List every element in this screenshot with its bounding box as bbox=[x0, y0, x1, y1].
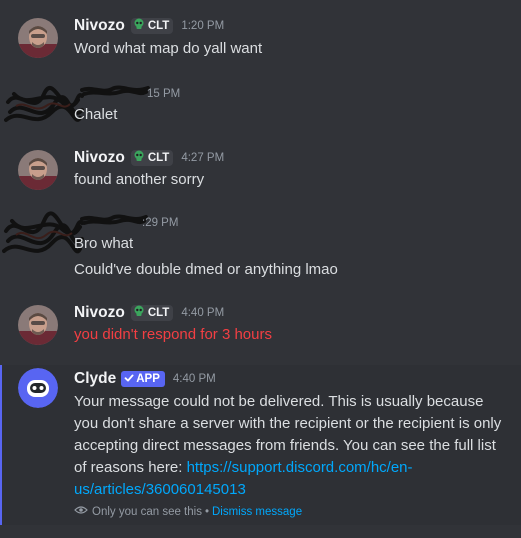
clan-tag-label: CLT bbox=[147, 20, 170, 32]
skull-icon bbox=[133, 150, 145, 167]
avatar-image bbox=[18, 305, 58, 345]
avatar[interactable] bbox=[18, 305, 58, 345]
redaction-scribble-avatar bbox=[4, 85, 84, 122]
clyde-message-content: Your message could not be delivered. Thi… bbox=[74, 391, 504, 501]
avatar-image bbox=[18, 150, 58, 190]
timestamp[interactable]: 4:27 PM bbox=[181, 148, 224, 168]
message-content: Word what map do yall want bbox=[74, 40, 263, 57]
message-content: Chalet bbox=[74, 106, 118, 123]
clan-tag[interactable]: CLT bbox=[130, 18, 174, 35]
skull-icon bbox=[133, 305, 145, 322]
timestamp[interactable]: :29 PM bbox=[142, 213, 178, 233]
avatar[interactable] bbox=[18, 150, 58, 190]
username[interactable]: Nivozo bbox=[74, 303, 125, 323]
ephemeral-notice-text: Only you can see this bbox=[92, 505, 202, 518]
timestamp[interactable]: 4:40 PM bbox=[181, 303, 224, 323]
separator: • bbox=[204, 505, 209, 518]
timestamp[interactable]: 1:20 PM bbox=[181, 16, 224, 36]
avatar-image bbox=[18, 18, 58, 58]
clan-tag-label: CLT bbox=[147, 307, 170, 319]
ephemeral-notice: Only you can see this • Dismiss message bbox=[74, 505, 302, 518]
username[interactable]: Nivozo bbox=[74, 148, 125, 168]
timestamp[interactable]: 15 PM bbox=[147, 84, 180, 104]
redaction-scribble-username bbox=[80, 85, 150, 96]
clyde-bot-icon bbox=[18, 368, 58, 408]
clan-tag-label: CLT bbox=[147, 152, 170, 164]
message-content: Bro what bbox=[74, 235, 134, 252]
avatar[interactable] bbox=[18, 18, 58, 58]
clyde-avatar[interactable] bbox=[18, 368, 58, 408]
checkmark-icon bbox=[124, 373, 134, 386]
skull-icon bbox=[133, 18, 145, 35]
redaction-scribble-username bbox=[80, 214, 148, 225]
username[interactable]: Nivozo bbox=[74, 16, 125, 36]
dismiss-message-link[interactable]: Dismiss message bbox=[212, 506, 302, 518]
message-content: Could've double dmed or anything lmao bbox=[74, 261, 338, 278]
clan-tag[interactable]: CLT bbox=[130, 305, 174, 322]
username[interactable]: Clyde bbox=[74, 369, 116, 389]
eye-icon bbox=[74, 505, 88, 518]
message-content: found another sorry bbox=[74, 171, 205, 188]
app-badge: APP bbox=[121, 371, 165, 387]
clan-tag[interactable]: CLT bbox=[130, 150, 174, 167]
dm-chat-log: Nivozo CLT 1:20 PM Word what map do yall… bbox=[0, 0, 521, 538]
timestamp[interactable]: 4:40 PM bbox=[173, 369, 216, 389]
app-badge-label: APP bbox=[136, 373, 160, 385]
failed-message-content: you didn't respond for 3 hours bbox=[74, 326, 272, 343]
